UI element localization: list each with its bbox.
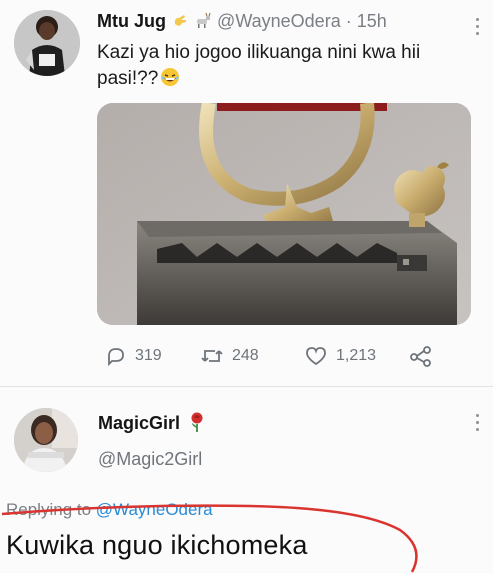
author-name[interactable]: Mtu Jug: [97, 11, 166, 31]
goat-emoji-icon: [194, 12, 212, 30]
retweet-count: 248: [232, 347, 259, 364]
hand-emoji-icon: [171, 12, 189, 30]
reply-text: Kuwika nguo ikichomeka: [6, 530, 308, 560]
reply-author-name[interactable]: MagicGirl: [98, 412, 205, 437]
replying-to-mention[interactable]: @WayneOdera: [96, 500, 213, 519]
retweet-icon: [200, 345, 224, 367]
reply-count: 319: [135, 347, 162, 364]
reply-action[interactable]: 319: [105, 344, 162, 368]
time-separator: ·: [345, 11, 352, 31]
share-action[interactable]: [409, 344, 433, 368]
rose-icon: [189, 412, 205, 437]
share-icon: [409, 345, 433, 367]
author-avatar[interactable]: [14, 10, 80, 76]
laughing-emoji-icon: [160, 67, 180, 86]
tweet-actions: 319 248 1,213: [97, 344, 457, 370]
author-handle[interactable]: @WayneOdera: [217, 11, 341, 31]
like-action[interactable]: 1,213: [304, 344, 376, 368]
tweet-divider: [0, 386, 493, 387]
replying-to-label: Replying to: [6, 500, 92, 519]
reply-author-handle[interactable]: @Magic2Girl: [98, 449, 202, 470]
reply-more-icon[interactable]: [476, 414, 482, 435]
like-count: 1,213: [336, 347, 377, 364]
replying-to-line: Replying to @WayneOdera: [6, 500, 213, 520]
retweet-action[interactable]: 248: [200, 344, 259, 368]
reply-author-avatar[interactable]: [14, 408, 78, 472]
reply-icon: [105, 345, 127, 367]
tweet-more-icon[interactable]: [476, 18, 482, 39]
tweet-image[interactable]: [97, 103, 471, 325]
tweet-time[interactable]: 15h: [357, 11, 387, 31]
tweet-card[interactable]: Mtu Jug @WayneOdera · 15h Kazi ya hio jo…: [0, 0, 493, 385]
tweet-text: Kazi ya hio jogoo ilikuanga nini kwa hii…: [97, 42, 421, 89]
like-icon: [304, 345, 328, 367]
tweet-header: Mtu Jug @WayneOdera · 15h: [97, 10, 477, 32]
